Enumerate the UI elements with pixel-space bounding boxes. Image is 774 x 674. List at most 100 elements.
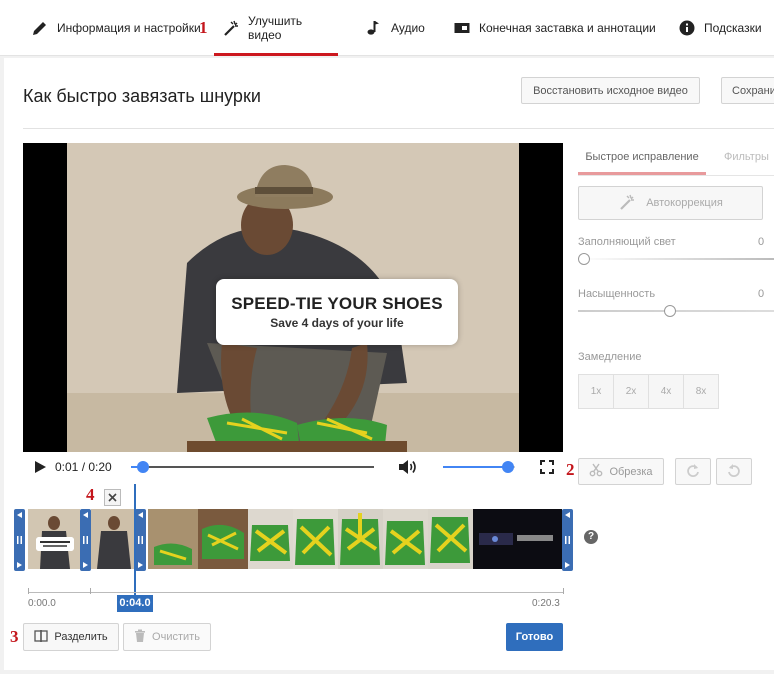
filmstrip-frame	[91, 509, 137, 569]
trim-handle-left[interactable]	[14, 509, 25, 571]
speed-2x-button[interactable]: 2x	[613, 374, 649, 409]
music-note-icon	[365, 19, 383, 37]
tab-label: Улучшить видео	[248, 14, 303, 42]
filmstrip-frame	[338, 509, 383, 569]
volume-track[interactable]	[443, 461, 515, 473]
overlay-subline: Save 4 days of your life	[270, 316, 404, 330]
pencil-icon	[31, 19, 49, 37]
done-button[interactable]: Готово	[506, 623, 563, 651]
video-frame: SPEED-TIE YOUR SHOES Save 4 days of your…	[67, 143, 519, 452]
ruler-tick	[28, 588, 29, 594]
timeline-playhead[interactable]	[134, 484, 136, 596]
player-controls: 0:01 / 0:20	[23, 452, 563, 482]
rotate-right-icon	[685, 462, 701, 481]
filmstrip-frame	[428, 509, 473, 569]
help-icon[interactable]: ?	[584, 530, 598, 544]
tab-label: Информация и настройки	[57, 21, 201, 35]
filmstrip-frame	[28, 509, 80, 569]
timeline-ruler	[28, 592, 564, 593]
trash-icon	[134, 629, 146, 646]
annotation-4: 4	[86, 485, 95, 504]
annotation-3: 3	[10, 627, 19, 646]
play-icon[interactable]	[33, 460, 47, 479]
timeline-current-badge: 0:04.0	[117, 595, 153, 612]
tab-quick-fix-label: Быстрое исправление	[585, 151, 699, 163]
clear-label: Очистить	[152, 631, 200, 643]
divider	[23, 128, 774, 129]
tab-label: Аудио	[391, 21, 425, 35]
timeline-end-label: 0:20.3	[532, 598, 560, 609]
ruler-tick	[563, 588, 564, 594]
magic-wand-icon	[618, 193, 636, 214]
saturation-knob[interactable]	[664, 305, 677, 317]
speed-4x-button[interactable]: 4x	[648, 374, 684, 409]
tab-quick-fix[interactable]: Быстрое исправление	[578, 145, 706, 175]
trim-button[interactable]: Обрезка	[578, 458, 664, 485]
speed-1x-button[interactable]: 1x	[578, 374, 614, 409]
editor-tabs: Информация и настройки Улучшить видео Ау…	[0, 0, 774, 56]
filmstrip-frame	[248, 509, 293, 569]
fullscreen-icon[interactable]	[540, 460, 554, 479]
timeline-filmstrip[interactable]	[14, 509, 574, 571]
fill-light-knob[interactable]	[578, 253, 590, 265]
restore-original-button[interactable]: Восстановить исходное видео	[521, 77, 700, 104]
fill-light-value: 0	[758, 236, 765, 248]
split-handle[interactable]	[80, 509, 91, 571]
tab-info-settings[interactable]: Информация и настройки	[31, 0, 201, 56]
progress-track[interactable]	[131, 461, 374, 473]
rotate-left-button[interactable]	[716, 458, 752, 485]
filmstrip-frame	[198, 509, 248, 569]
split-label: Разделить	[54, 631, 108, 643]
rotate-right-button[interactable]	[675, 458, 711, 485]
video-player[interactable]: SPEED-TIE YOUR SHOES Save 4 days of your…	[23, 143, 563, 452]
filmstrip-frame	[383, 509, 428, 569]
trim-handle-right[interactable]	[562, 509, 573, 571]
help-icon-glyph: ?	[587, 531, 595, 542]
tab-filters-label: Фильтры	[724, 151, 769, 163]
tab-label: Подсказки	[704, 21, 762, 35]
split-handle[interactable]	[135, 509, 146, 571]
close-split-button[interactable]	[104, 489, 121, 506]
volume-icon[interactable]	[398, 458, 418, 481]
ruler-tick	[90, 588, 91, 594]
fill-light-label: Заполняющий свет	[578, 236, 676, 248]
video-overlay-card: SPEED-TIE YOUR SHOES Save 4 days of your…	[216, 279, 458, 345]
slowmo-label: Замедление	[578, 351, 642, 363]
filmstrip-frame	[473, 509, 562, 569]
autocorrect-label: Автокоррекция	[646, 197, 723, 209]
split-icon	[34, 629, 49, 646]
tab-enhance-video[interactable]: Улучшить видео	[214, 0, 338, 56]
timeline-start-label: 0:00.0	[28, 598, 56, 609]
overlay-headline: SPEED-TIE YOUR SHOES	[231, 294, 443, 313]
tab-end-screen[interactable]: Конечная заставка и аннотации	[453, 0, 656, 56]
filmstrip-frame	[148, 509, 198, 569]
progress-knob[interactable]	[137, 461, 150, 473]
end-screen-icon	[453, 19, 471, 37]
volume-fill	[443, 466, 508, 468]
annotation-1: 1	[199, 18, 208, 37]
filmstrip-frame	[293, 509, 338, 569]
scissors-icon	[589, 463, 603, 480]
magic-wand-icon	[222, 19, 240, 37]
saturation-value: 0	[758, 288, 765, 300]
tab-label: Конечная заставка и аннотации	[479, 21, 656, 35]
timeline-current-label: 0:04.0	[119, 597, 151, 609]
rotate-left-icon	[726, 462, 742, 481]
fill-light-slider[interactable]	[578, 258, 774, 260]
annotation-2: 2	[566, 460, 575, 479]
tab-cards[interactable]: Подсказки	[678, 0, 762, 56]
volume-knob[interactable]	[501, 461, 514, 473]
info-icon	[678, 19, 696, 37]
tab-filters[interactable]: Фильтры	[724, 145, 774, 175]
close-icon	[108, 489, 117, 507]
clear-button[interactable]: Очистить	[123, 623, 211, 651]
autocorrect-button[interactable]: Автокоррекция	[578, 186, 763, 220]
enhance-subtabs: Быстрое исправление Фильтры	[578, 145, 774, 175]
tab-audio[interactable]: Аудио	[365, 0, 425, 56]
subtabs-divider	[578, 175, 774, 176]
page-title: Как быстро завязать шнурки	[23, 86, 261, 106]
saturation-label: Насыщенность	[578, 288, 656, 300]
split-button[interactable]: Разделить	[23, 623, 119, 651]
speed-8x-button[interactable]: 8x	[683, 374, 719, 409]
save-button[interactable]: Сохрани	[721, 77, 774, 104]
